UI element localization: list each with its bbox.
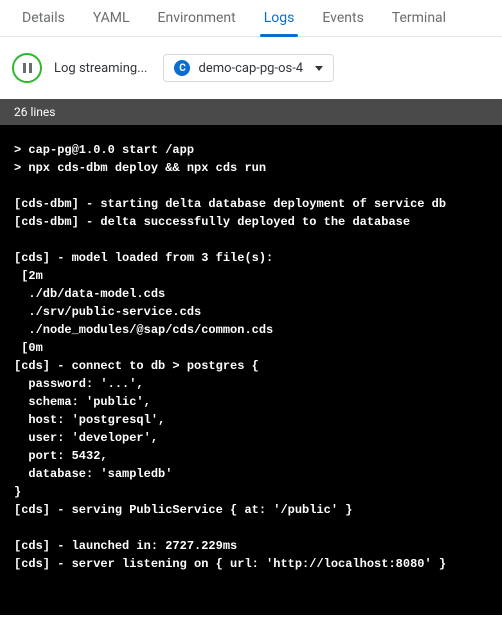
log-line: [cds] - serving PublicService { at: '/pu… (14, 503, 352, 517)
pod-selector-dropdown[interactable]: C demo-cap-pg-os-4 (163, 54, 334, 82)
log-line: [cds] - connect to db > postgres { (14, 359, 259, 373)
log-line: [2m (14, 269, 43, 283)
lines-count-bar: 26 lines (0, 99, 502, 125)
controls-bar: Log streaming... C demo-cap-pg-os-4 (0, 37, 502, 99)
log-line: } (14, 485, 21, 499)
log-line: [0m (14, 341, 43, 355)
tab-logs[interactable]: Logs (250, 0, 309, 36)
log-line: port: 5432, (14, 449, 108, 463)
log-line: [cds] - launched in: 2727.229ms (14, 539, 237, 553)
container-badge-icon: C (174, 60, 190, 76)
tabs-bar: Details YAML Environment Logs Events Ter… (0, 0, 502, 37)
log-line: [cds-dbm] - starting delta database depl… (14, 197, 446, 211)
pause-button[interactable] (12, 53, 42, 83)
log-line: database: 'sampledb' (14, 467, 172, 481)
log-line: [cds] - server listening on { url: 'http… (14, 557, 446, 571)
log-line: ./db/data-model.cds (14, 287, 165, 301)
log-line: host: 'postgresql', (14, 413, 165, 427)
log-line: password: '...', (14, 377, 144, 391)
tab-events[interactable]: Events (308, 0, 377, 36)
log-line: > cap-pg@1.0.0 start /app (14, 143, 194, 157)
log-line: [cds] - model loaded from 3 file(s): (14, 251, 273, 265)
log-line: user: 'developer', (14, 431, 158, 445)
tab-terminal[interactable]: Terminal (378, 0, 460, 36)
log-line: ./srv/public-service.cds (14, 305, 201, 319)
pause-icon (23, 63, 32, 73)
dropdown-selected-value: demo-cap-pg-os-4 (198, 61, 303, 76)
tab-environment[interactable]: Environment (144, 0, 250, 36)
log-line: ./node_modules/@sap/cds/common.cds (14, 323, 273, 337)
chevron-down-icon (315, 66, 323, 71)
log-line: > npx cds-dbm deploy && npx cds run (14, 161, 266, 175)
tab-yaml[interactable]: YAML (79, 0, 144, 36)
tab-details[interactable]: Details (8, 0, 79, 36)
log-line: [cds-dbm] - delta successfully deployed … (14, 215, 410, 229)
stream-status-label: Log streaming... (54, 61, 147, 76)
log-line: schema: 'public', (14, 395, 151, 409)
log-output: > cap-pg@1.0.0 start /app > npx cds-dbm … (0, 125, 502, 615)
